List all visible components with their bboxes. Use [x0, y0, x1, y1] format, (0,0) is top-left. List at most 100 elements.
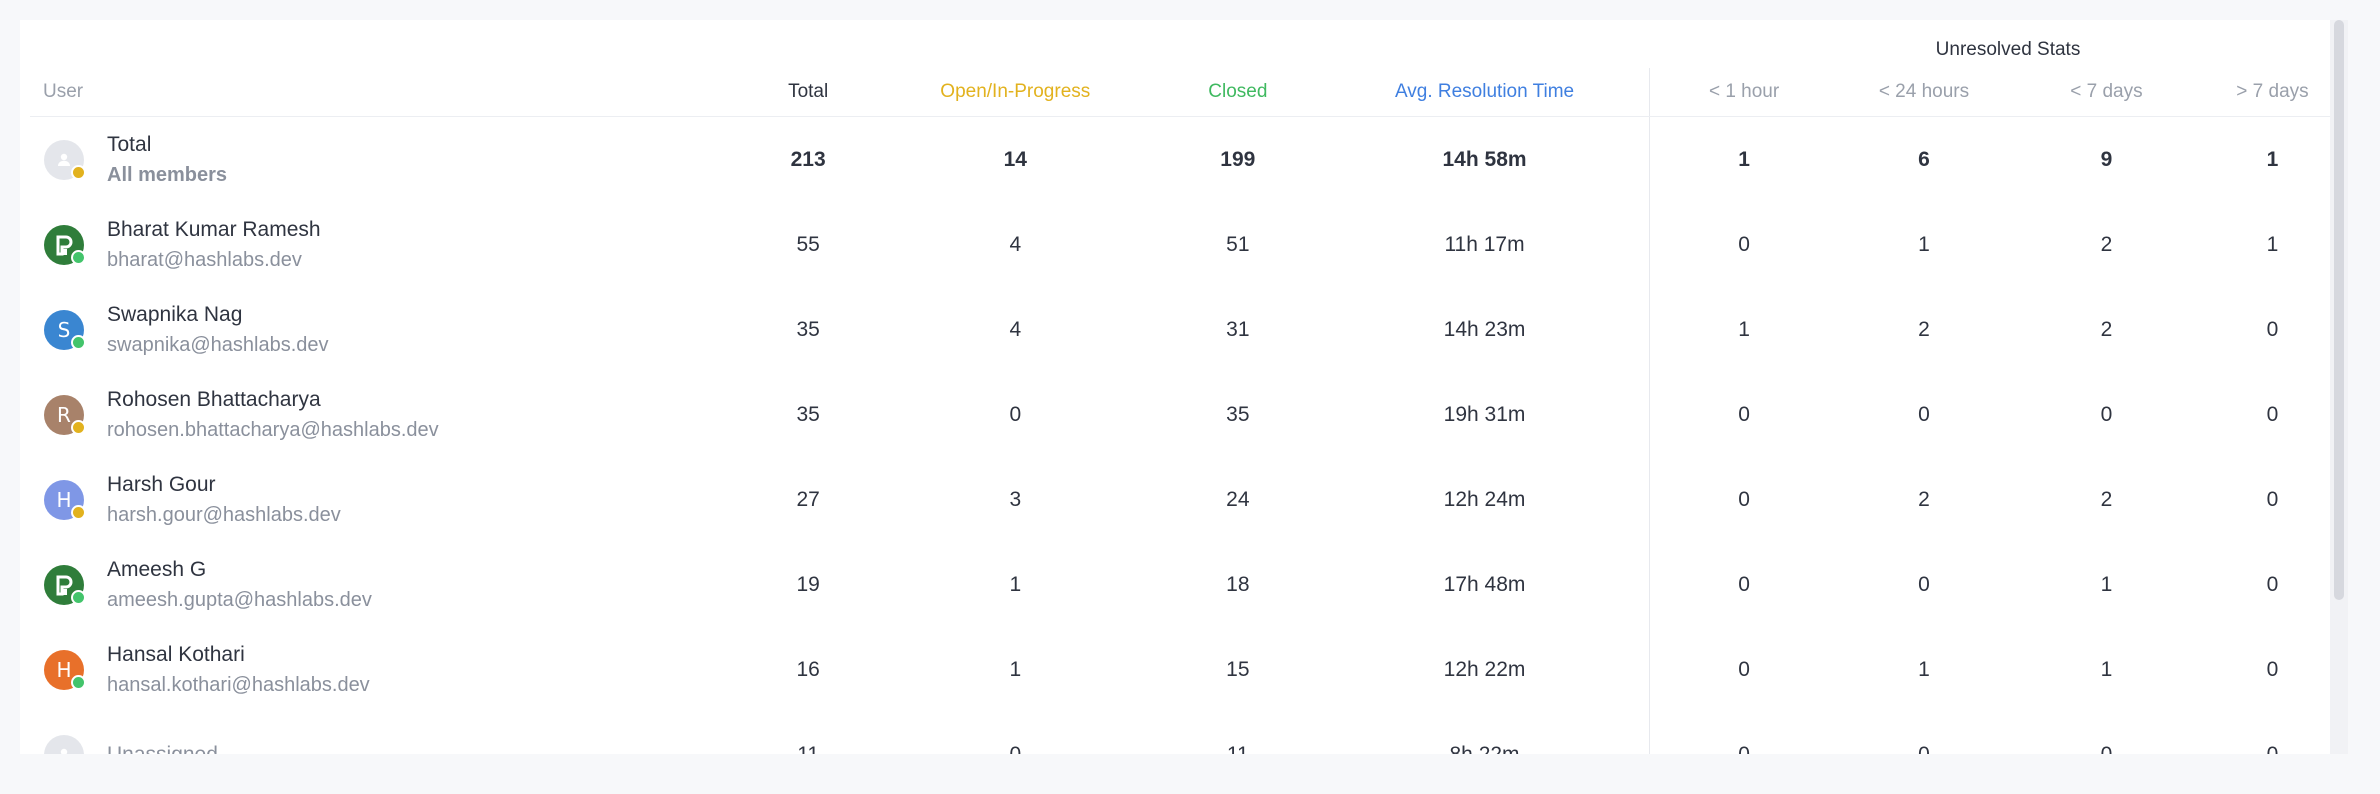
vertical-scrollbar[interactable] [2330, 20, 2348, 754]
cell-gt7d: 1 [2266, 232, 2279, 256]
cell-lt24h: 2 [1918, 317, 1930, 341]
user-email: swapnika@hashlabs.dev [107, 333, 329, 356]
cell-lt1h: 1 [1738, 317, 1750, 341]
user-text: Swapnika Nag swapnika@hashlabs.dev [107, 300, 329, 360]
status-dot [71, 334, 86, 350]
cell-open: 1 [1009, 657, 1022, 681]
table-row[interactable]: S Swapnika Nag swapnika@hashlabs.dev 35 4 31 1… [30, 287, 2346, 372]
user-info: Total All members [30, 130, 746, 190]
cell-lt1h: 0 [1738, 232, 1750, 256]
user-cell: Total All members [30, 117, 746, 203]
cell-open: 0 [1009, 742, 1022, 755]
user-text: Rohosen Bhattacharya rohosen.bhattacharya… [107, 385, 439, 445]
user-cell: Ameesh G ameesh.gupta@hashlabs.dev [30, 542, 746, 627]
column-header-lt-7-days[interactable]: < 7 days [2013, 68, 2199, 117]
cell-total: 27 [796, 487, 820, 511]
column-header-user[interactable]: User [30, 68, 747, 117]
cell-lt24h: 0 [1918, 402, 1930, 426]
total-summary-row[interactable]: Total All members 213 14 199 14h 58m 1 6 9 1 [30, 117, 2346, 203]
table-row[interactable]: H Hansal Kothari hansal.kothari@hashlabs.d… [30, 627, 2346, 712]
user-subtitle: All members [107, 163, 228, 186]
cell-lt7d: 9 [2100, 147, 2113, 171]
cell-open: 14 [1003, 147, 1027, 171]
pb-logo-icon [44, 224, 86, 265]
cell-lt1h: 0 [1738, 572, 1750, 596]
cell-lt7d: 0 [2100, 742, 2113, 755]
cell-open: 0 [1009, 402, 1022, 426]
table-body: Total All members 213 14 199 14h 58m 1 6 9 1 Bhara… [30, 117, 2346, 754]
status-dot [71, 504, 86, 520]
scrollbar-thumb[interactable] [2334, 20, 2344, 600]
cell-lt24h: 2 [1918, 487, 1930, 511]
cell-gt7d: 1 [2266, 147, 2279, 171]
user-info: S Swapnika Nag swapnika@hashlabs.dev [30, 300, 746, 360]
cell-lt24h: 0 [1918, 572, 1930, 596]
avatar-letter: H [56, 487, 72, 512]
user-info: Unassigned [30, 734, 746, 754]
column-header-lt-24-hours[interactable]: < 24 hours [1834, 68, 2014, 117]
user-email: ameesh.gupta@hashlabs.dev [107, 588, 372, 611]
table-header-row: User Total Open/In-Progress Closed Avg. … [30, 68, 2346, 117]
cell-lt24h: 1 [1918, 232, 1930, 256]
cell-gt7d: 0 [2266, 742, 2279, 755]
column-header-total[interactable]: Total [746, 68, 870, 117]
cell-lt7d: 1 [2100, 657, 2113, 681]
user-info: H Hansal Kothari hansal.kothari@hashlabs.d… [30, 640, 746, 700]
table-row[interactable]: R Rohosen Bhattacharya rohosen.bhattachary… [30, 372, 2346, 457]
column-header-lt-1-hour[interactable]: < 1 hour [1654, 68, 1835, 117]
cell-total: 16 [796, 657, 820, 681]
column-header-avg-resolution[interactable]: Avg. Resolution Time [1314, 68, 1655, 117]
unassigned-row[interactable]: Unassigned 11 0 11 8h 22m 0 0 0 0 [30, 712, 2346, 754]
cell-total: 35 [796, 402, 820, 426]
column-header-closed[interactable]: Closed [1160, 68, 1315, 117]
avatar-letter: S [57, 317, 71, 342]
column-header-gt-7-days[interactable]: > 7 days [2198, 68, 2346, 117]
user-cell: Bharat Kumar Ramesh bharat@hashlabs.dev [30, 202, 746, 287]
cell-avg: 19h 31m [1443, 402, 1526, 426]
user-name: Ameesh G [107, 557, 207, 581]
cell-total: 19 [796, 572, 820, 596]
avatar: S [44, 309, 86, 350]
cell-lt7d: 1 [2100, 572, 2113, 596]
cell-open: 4 [1009, 232, 1022, 256]
status-dot [71, 419, 86, 435]
avatar-letter: H [56, 657, 72, 682]
user-name: Hansal Kothari [107, 642, 245, 666]
cell-lt7d: 0 [2100, 402, 2113, 426]
cell-lt7d: 2 [2100, 232, 2113, 256]
cell-gt7d: 0 [2266, 487, 2279, 511]
cell-closed: 51 [1226, 232, 1250, 256]
cell-open: 1 [1009, 572, 1022, 596]
cell-lt7d: 2 [2100, 317, 2113, 341]
unresolved-stats-title: Unresolved Stats [1935, 39, 2081, 60]
cell-open: 4 [1009, 317, 1022, 341]
table-row[interactable]: H Harsh Gour harsh.gour@hashlabs.dev 27 3 24 1… [30, 457, 2346, 542]
user-text: Total All members [107, 130, 227, 190]
user-text: Hansal Kothari hansal.kothari@hashlabs.de… [107, 640, 370, 700]
user-stats-panel: Unresolved Stats User Total Open/In-Prog… [20, 20, 2348, 754]
cell-lt7d: 2 [2100, 487, 2113, 511]
table-row[interactable]: Ameesh G ameesh.gupta@hashlabs.dev 19 1 18 17… [30, 542, 2346, 627]
user-cell: R Rohosen Bhattacharya rohosen.bhattachary… [30, 372, 746, 457]
cell-total: 35 [796, 317, 820, 341]
cell-closed: 35 [1226, 402, 1250, 426]
cell-closed: 11 [1226, 742, 1249, 755]
cell-lt1h: 1 [1738, 147, 1750, 171]
avatar: H [44, 479, 86, 520]
cell-lt1h: 0 [1738, 402, 1750, 426]
column-header-open[interactable]: Open/In-Progress [869, 68, 1161, 117]
user-text: Bharat Kumar Ramesh bharat@hashlabs.dev [107, 215, 321, 275]
user-cell: H Hansal Kothari hansal.kothari@hashlabs.d… [30, 627, 746, 712]
cell-avg: 14h 58m [1442, 147, 1527, 171]
cell-closed: 24 [1226, 487, 1250, 511]
table-row[interactable]: Bharat Kumar Ramesh bharat@hashlabs.dev 55… [30, 202, 2346, 287]
status-dot [71, 674, 86, 690]
avatar: H [44, 649, 86, 690]
user-info: Ameesh G ameesh.gupta@hashlabs.dev [30, 555, 746, 615]
user-name: Bharat Kumar Ramesh [107, 217, 321, 241]
cell-lt24h: 0 [1918, 742, 1930, 755]
user-text: Ameesh G ameesh.gupta@hashlabs.dev [107, 555, 372, 615]
cell-total: 11 [797, 742, 820, 755]
cell-closed: 15 [1226, 657, 1250, 681]
cell-total: 55 [796, 232, 820, 256]
